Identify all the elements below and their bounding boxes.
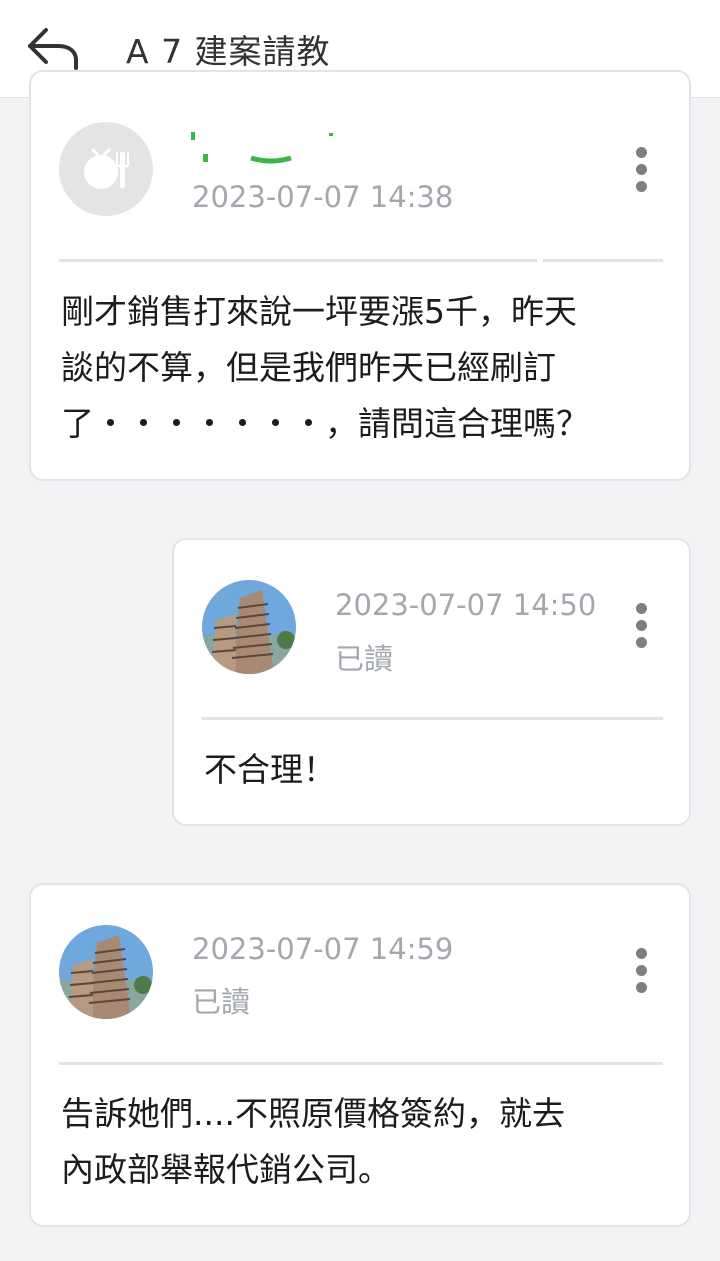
read-status: 已讀 [192,985,251,1019]
fork-knife-icon [84,148,129,189]
divider [59,1062,663,1065]
redacted-username [191,132,333,164]
dot [636,637,647,648]
message-card: 2023-07-07 14:38 剛才銷售打來說一坪要漲5千，昨天 談的不算，但… [29,70,691,481]
building-photo-icon [59,925,153,1019]
more-options-button[interactable] [629,603,653,649]
page-title: A 7 建案請教 [126,32,331,71]
message-card: 2023-07-07 14:59 已讀 告訴她們....不照原價格簽約，就去 內… [29,883,691,1227]
divider [543,259,663,262]
dot [636,620,647,631]
read-status: 已讀 [335,642,394,676]
message-timestamp: 2023-07-07 14:50 [335,588,597,622]
building-photo-icon [202,580,296,674]
dot [636,982,647,993]
dot [636,948,647,959]
divider [59,259,537,262]
dot [636,603,647,614]
more-options-button[interactable] [629,147,653,193]
message-text: 告訴她們....不照原價格簽約，就去 內政部舉報代銷公司。 [61,1094,565,1189]
dot [636,164,647,175]
avatar[interactable] [202,580,296,674]
dot [636,181,647,192]
back-arrow-icon [28,28,78,70]
message-timestamp: 2023-07-07 14:38 [192,180,454,214]
avatar[interactable] [59,122,153,216]
message-text: 不合理！ [204,750,336,789]
message-text: 剛才銷售打來說一坪要漲5千，昨天 談的不算，但是我們昨天已經刷訂 了・・・・・・… [61,292,589,443]
dot [636,965,647,976]
avatar[interactable] [59,925,153,1019]
message-timestamp: 2023-07-07 14:59 [192,932,454,966]
more-options-button[interactable] [629,948,653,994]
divider [202,717,663,720]
dot [636,147,647,158]
back-button[interactable] [24,22,84,74]
message-card: 2023-07-07 14:50 已讀 不合理！ [172,538,691,826]
